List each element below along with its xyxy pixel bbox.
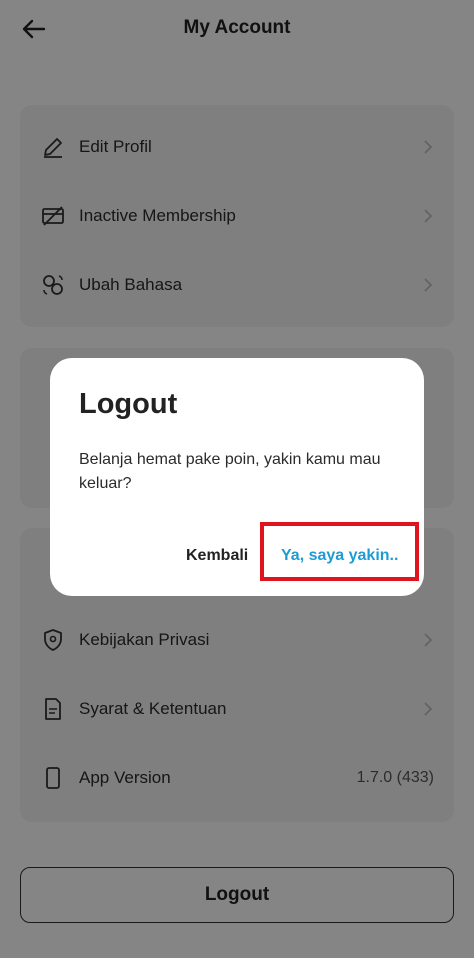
logout-dialog: Logout Belanja hemat pake poin, yakin ka… <box>50 358 424 596</box>
kembali-button[interactable]: Kembali <box>186 547 248 565</box>
confirm-logout-button[interactable]: Ya, saya yakin.. <box>281 547 398 565</box>
dialog-message: Belanja hemat pake poin, yakin kamu mau … <box>79 451 381 492</box>
confirm-highlight: Ya, saya yakin.. <box>260 522 419 581</box>
dialog-title: Logout <box>79 388 178 420</box>
